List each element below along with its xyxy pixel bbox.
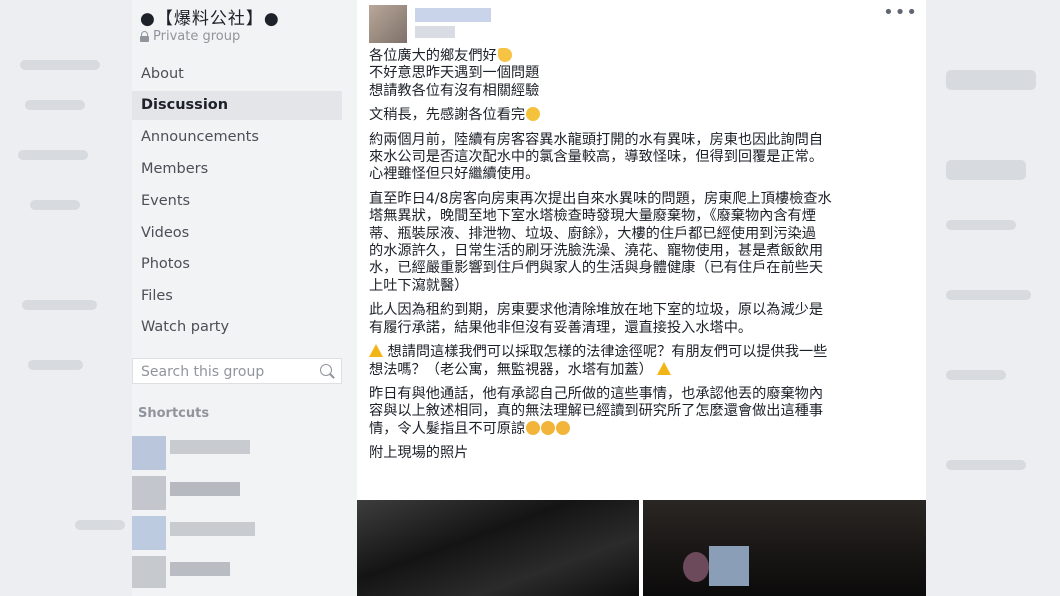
- photo-detail: [683, 552, 709, 582]
- post-photo-2[interactable]: [643, 500, 926, 596]
- background-right-blur: [926, 0, 1060, 596]
- search-icon[interactable]: [320, 364, 332, 376]
- group-title[interactable]: ●【爆料公社】●: [140, 4, 280, 29]
- group-sidebar: ●【爆料公社】● Private group About Discussion …: [132, 0, 357, 596]
- post-photo-1[interactable]: [357, 500, 639, 596]
- nav-item-videos[interactable]: Videos: [132, 219, 342, 248]
- nav-item-about[interactable]: About: [132, 60, 342, 89]
- paragraph-discovery: 直至昨日4/8房客向房東再次提出自來水異味的問題，房東爬上頂樓檢查水 塔無異狀，…: [369, 190, 832, 294]
- photo-pixelated-region: [709, 546, 749, 586]
- paragraph-greeting: 各位廣大的鄉友們好 不好意思昨天遇到一個問題 想請教各位有沒有相關經驗: [369, 48, 540, 99]
- privacy-text: Private group: [153, 29, 241, 44]
- nav-item-photos[interactable]: Photos: [132, 250, 342, 279]
- shortcuts-list-blurred: [132, 432, 262, 592]
- paragraph-cause: 此人因為租約到期，房東要求他清除堆放在地下室的垃圾，原以為減少是 有履行承諾，結…: [369, 302, 824, 336]
- nav-item-watch-party[interactable]: Watch party: [132, 313, 342, 342]
- paragraph-thanks: 文稍長，先感謝各位看完: [369, 107, 919, 124]
- post-body: 各位廣大的鄉友們好 不好意思昨天遇到一個問題 想請教各位有沒有相關經驗 文稍長，…: [369, 48, 919, 470]
- nav-item-files[interactable]: Files: [132, 282, 342, 311]
- paragraph-photos-note: 附上現場的照片: [369, 445, 469, 462]
- nav-item-events[interactable]: Events: [132, 187, 342, 216]
- more-options-icon[interactable]: •••: [883, 2, 918, 23]
- waving-hand-icon: [497, 48, 512, 62]
- author-name-blurred[interactable]: [415, 8, 491, 22]
- background-left-blur: [0, 0, 132, 596]
- nav-item-members[interactable]: Members: [132, 155, 342, 184]
- lock-icon: [140, 31, 149, 42]
- privacy-label: Private group: [140, 29, 240, 44]
- post-timestamp-blurred[interactable]: [415, 26, 455, 38]
- warning-icon: [369, 344, 383, 358]
- smile-icon: [526, 107, 541, 122]
- search-input[interactable]: [133, 359, 313, 385]
- nav-item-announcements[interactable]: Announcements: [132, 123, 342, 152]
- shortcuts-heading: Shortcuts: [138, 406, 210, 421]
- paragraph-call: 昨日有與他通話，他有承認自己所做的這些事情，也承認他丟的廢棄物內 容與以上敘述相…: [369, 385, 824, 437]
- post-card: ••• 各位廣大的鄉友們好 不好意思昨天遇到一個問題 想請教各位有沒有相關經驗 …: [357, 0, 926, 596]
- sad-face-icon: [526, 420, 541, 435]
- warning-icon: [657, 361, 672, 375]
- group-search: [132, 358, 342, 385]
- paragraph-question: 想請問這樣我們可以採取怎樣的法律途徑呢？有朋友們可以提供我一些 想法嗎？（老公寓…: [369, 344, 828, 378]
- sad-face-icon: [541, 420, 556, 435]
- nav-item-discussion[interactable]: Discussion: [132, 91, 342, 120]
- author-avatar[interactable]: [369, 5, 407, 43]
- sad-face-icon: [556, 420, 571, 435]
- paragraph-background: 約兩個月前，陸續有房客容異水龍頭打開的水有異味，房東也因此詢問自 來水公司是否這…: [369, 131, 824, 183]
